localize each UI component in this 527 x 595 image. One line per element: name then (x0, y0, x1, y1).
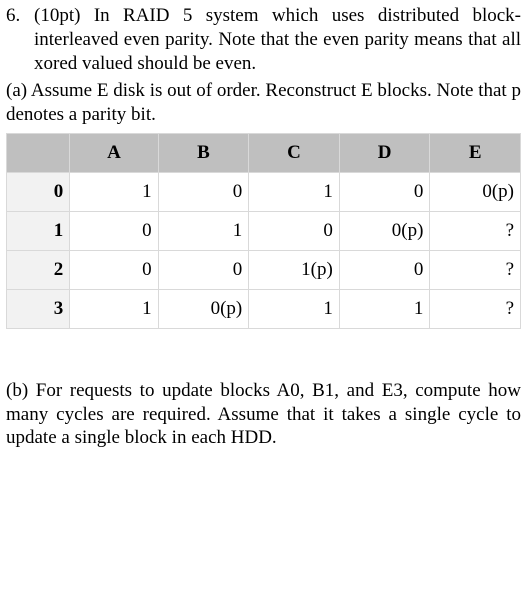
row-label: 1 (7, 211, 70, 250)
table-header-D: D (339, 133, 430, 172)
part-a-label: (a) (6, 80, 27, 101)
row-label: 0 (7, 172, 70, 211)
part-a: (a) Assume E disk is out of order. Recon… (6, 79, 521, 127)
cell: 1(p) (249, 250, 340, 289)
cell: 1 (158, 211, 249, 250)
question-body: (10pt) In RAID 5 system which uses distr… (34, 4, 521, 75)
cell: 0 (339, 250, 430, 289)
table-header-row: A B C D E (7, 133, 521, 172)
cell: 0(p) (430, 172, 521, 211)
raid-table: A B C D E 0 1 0 1 0 0(p) 1 0 1 0 0(p) (6, 133, 521, 329)
cell: 1 (70, 172, 158, 211)
table-row: 3 1 0(p) 1 1 ? (7, 289, 521, 328)
part-b-label: (b) (6, 380, 28, 401)
cell: 0(p) (158, 289, 249, 328)
cell: 1 (249, 289, 340, 328)
table-row: 0 1 0 1 0 0(p) (7, 172, 521, 211)
cell: 0 (70, 211, 158, 250)
part-b-text: For requests to update blocks A0, B1, an… (6, 380, 521, 449)
table-header-E: E (430, 133, 521, 172)
cell: 1 (249, 172, 340, 211)
cell: 0 (70, 250, 158, 289)
cell: 0 (158, 250, 249, 289)
question-points: (10pt) (34, 5, 80, 26)
row-label: 3 (7, 289, 70, 328)
table-header-C: C (249, 133, 340, 172)
table-row: 2 0 0 1(p) 0 ? (7, 250, 521, 289)
cell: 0 (339, 172, 430, 211)
question-6: 6. (10pt) In RAID 5 system which uses di… (6, 4, 521, 75)
question-number: 6. (6, 4, 34, 75)
part-b: (b) For requests to update blocks A0, B1… (6, 379, 521, 450)
cell: ? (430, 289, 521, 328)
cell: ? (430, 250, 521, 289)
question-text: In RAID 5 system which uses distributed … (34, 5, 521, 74)
cell: ? (430, 211, 521, 250)
cell: 0 (158, 172, 249, 211)
cell: 1 (70, 289, 158, 328)
table-header-blank (7, 133, 70, 172)
exam-page: 6. (10pt) In RAID 5 system which uses di… (0, 0, 527, 456)
cell: 0(p) (339, 211, 430, 250)
table-header-A: A (70, 133, 158, 172)
table-row: 1 0 1 0 0(p) ? (7, 211, 521, 250)
part-a-text: Assume E disk is out of order. Reconstru… (6, 80, 521, 125)
cell: 1 (339, 289, 430, 328)
table-header-B: B (158, 133, 249, 172)
row-label: 2 (7, 250, 70, 289)
cell: 0 (249, 211, 340, 250)
